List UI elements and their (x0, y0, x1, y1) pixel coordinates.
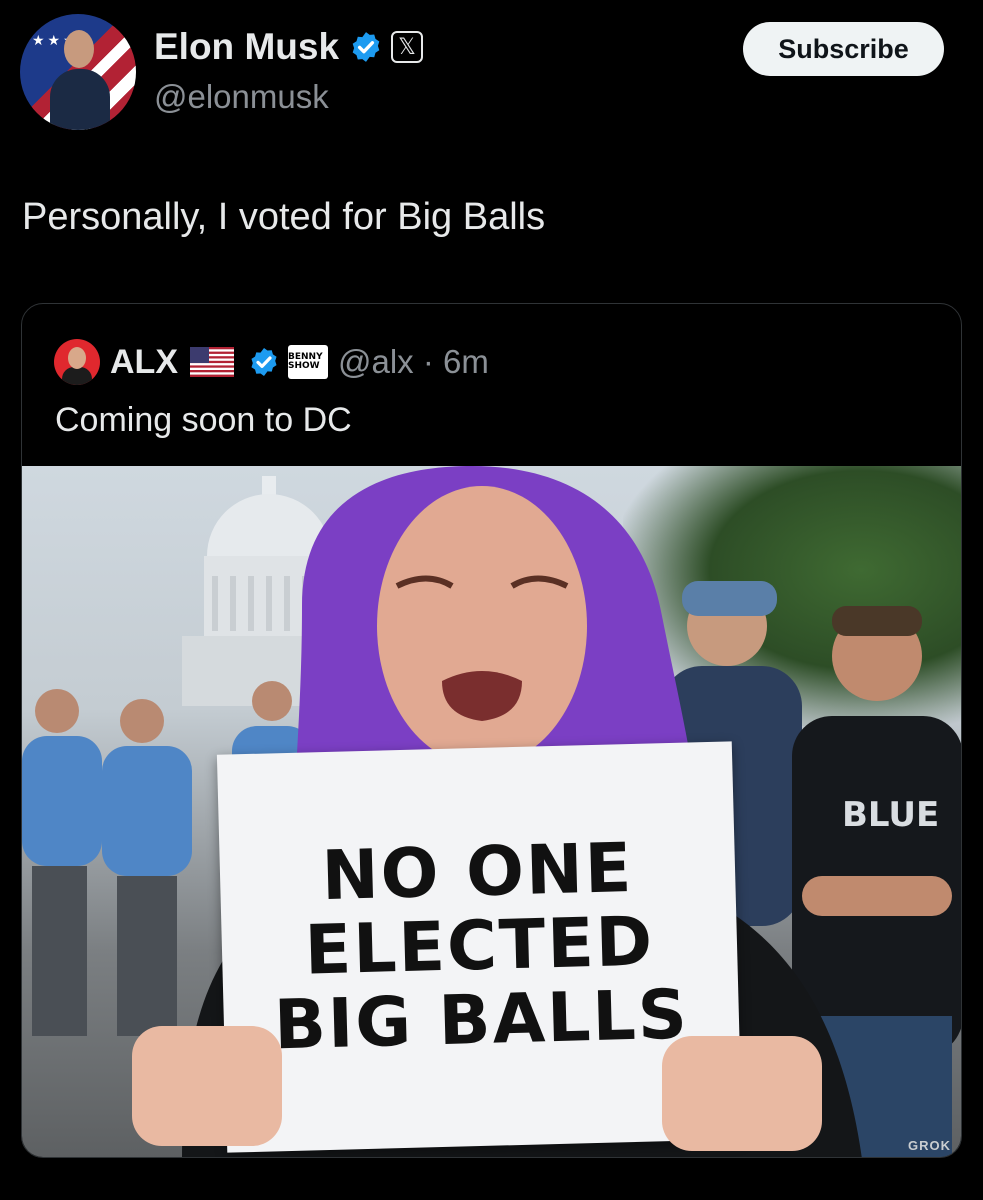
sign-line-3: BIG BALLS (273, 975, 690, 1066)
author-avatar[interactable]: ★★★ (20, 14, 136, 130)
quoted-author-name[interactable]: ALX (110, 343, 178, 382)
subscribe-button[interactable]: Subscribe (743, 22, 944, 76)
quoted-avatar-body-shape (62, 367, 92, 385)
benny-badge-text: BENNY SHOW (288, 352, 323, 371)
quoted-post[interactable]: ALX BENNY SHOW @alx · 6m Coming soon to … (21, 303, 962, 1158)
post-header: ★★★ Elon Musk 𝕏 @elonmusk Subscribe (0, 0, 983, 150)
avatar-body-shape (50, 69, 110, 130)
author-name[interactable]: Elon Musk (154, 26, 339, 68)
verified-badge-icon (352, 32, 380, 62)
us-flag-icon (190, 347, 234, 377)
grok-watermark: GROK (908, 1138, 951, 1153)
author-handle[interactable]: @elonmusk (154, 78, 329, 116)
quoted-post-text: Coming soon to DC (55, 401, 352, 439)
sign-line-2: ELECTED (303, 902, 656, 991)
quoted-verified-badge-icon (251, 348, 277, 376)
sign-line-1: NO ONE (320, 828, 635, 917)
quoted-author-row: ALX BENNY SHOW @alx · 6m (54, 338, 489, 386)
quoted-post-image[interactable]: BLUE NO ONE ELECTED BIG BALLS GROK (22, 466, 961, 1157)
post-text: Personally, I voted for Big Balls (22, 196, 546, 238)
quoted-avatar-head-shape (68, 347, 86, 369)
benny-show-affiliate-icon: BENNY SHOW (288, 345, 328, 379)
author-name-row: Elon Musk 𝕏 (154, 24, 424, 70)
x-affiliate-icon: 𝕏 (391, 31, 424, 63)
quoted-author-avatar[interactable] (54, 339, 100, 385)
left-hand (132, 1026, 282, 1146)
right-hand (662, 1036, 822, 1151)
avatar-head-shape (64, 30, 94, 68)
quoted-handle-time[interactable]: @alx · 6m (338, 343, 489, 381)
